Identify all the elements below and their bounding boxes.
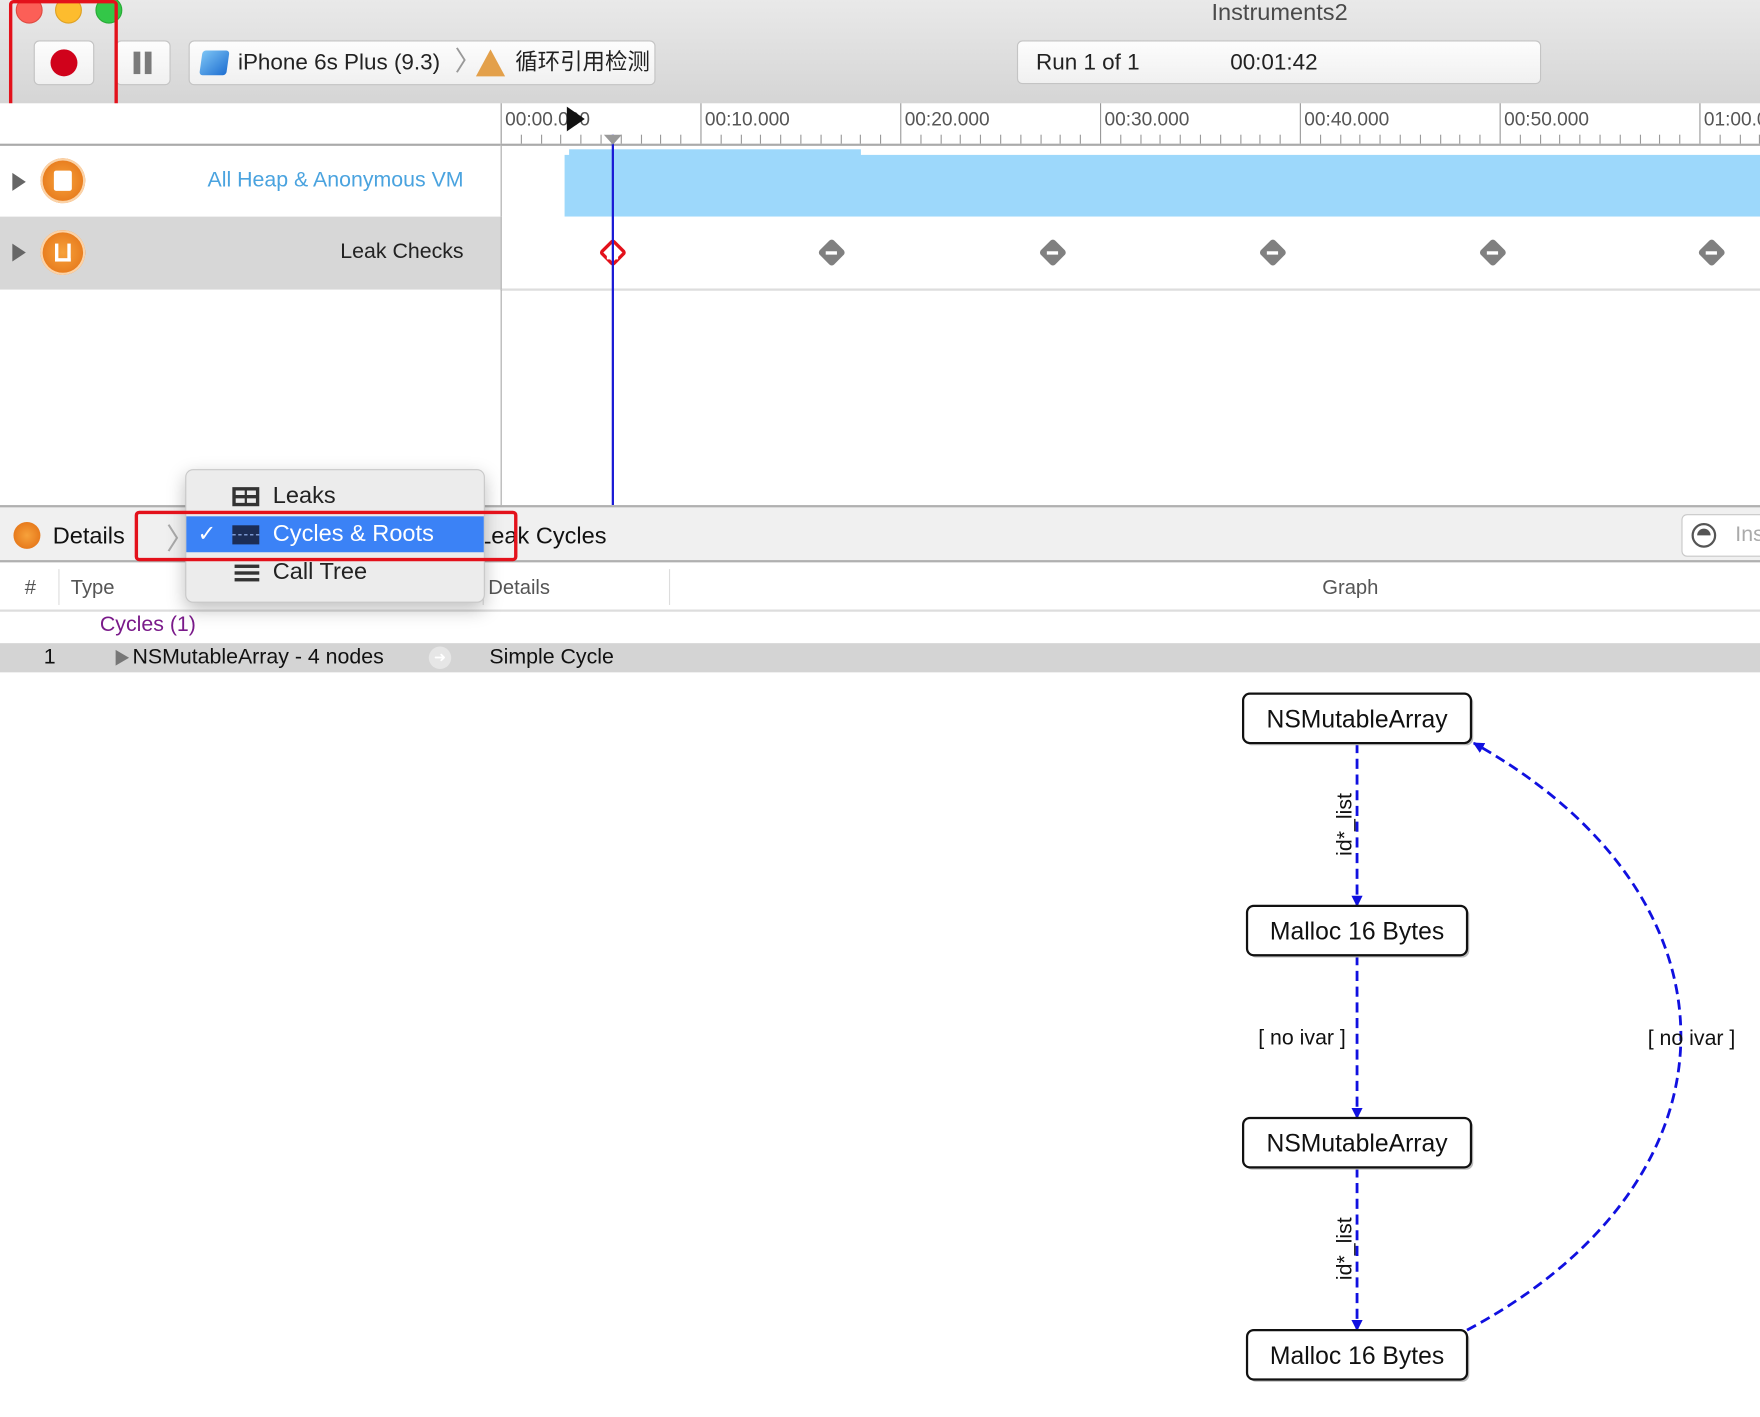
- table-icon: [232, 487, 260, 507]
- graph-node[interactable]: NSMutableArray: [1241, 692, 1474, 746]
- graph-edge-label: id*_list: [1332, 793, 1356, 856]
- instruments-window: Instruments2 iPhone 6s Plus (9.3) 〉 循环引用…: [0, 0, 1760, 1417]
- graph-edge-label: id*_list: [1332, 1217, 1356, 1280]
- cycle-graph: id*_list [ no ivar ] id*_list [ no ivar ] N…: [1241, 692, 1736, 1382]
- highlight-menu-annotation: [134, 510, 518, 562]
- graph-node-label: Malloc 16 Bytes: [1270, 918, 1444, 945]
- list-icon: [234, 563, 260, 582]
- graph-node[interactable]: NSMutableArray: [1241, 1116, 1474, 1170]
- graph-node-label: NSMutableArray: [1266, 1131, 1448, 1158]
- graph-edge-label: [ no ivar ]: [1648, 1026, 1736, 1050]
- graph-node-label: NSMutableArray: [1266, 706, 1448, 733]
- menu-item-label: Leaks: [272, 482, 336, 509]
- graph-node-label: Malloc 16 Bytes: [1270, 1343, 1444, 1370]
- graph-edge-label: [ no ivar ]: [1258, 1025, 1346, 1049]
- menu-item-leaks[interactable]: Leaks: [186, 478, 483, 514]
- graph-node[interactable]: Malloc 16 Bytes: [1245, 1328, 1470, 1382]
- graph-node[interactable]: Malloc 16 Bytes: [1245, 904, 1470, 958]
